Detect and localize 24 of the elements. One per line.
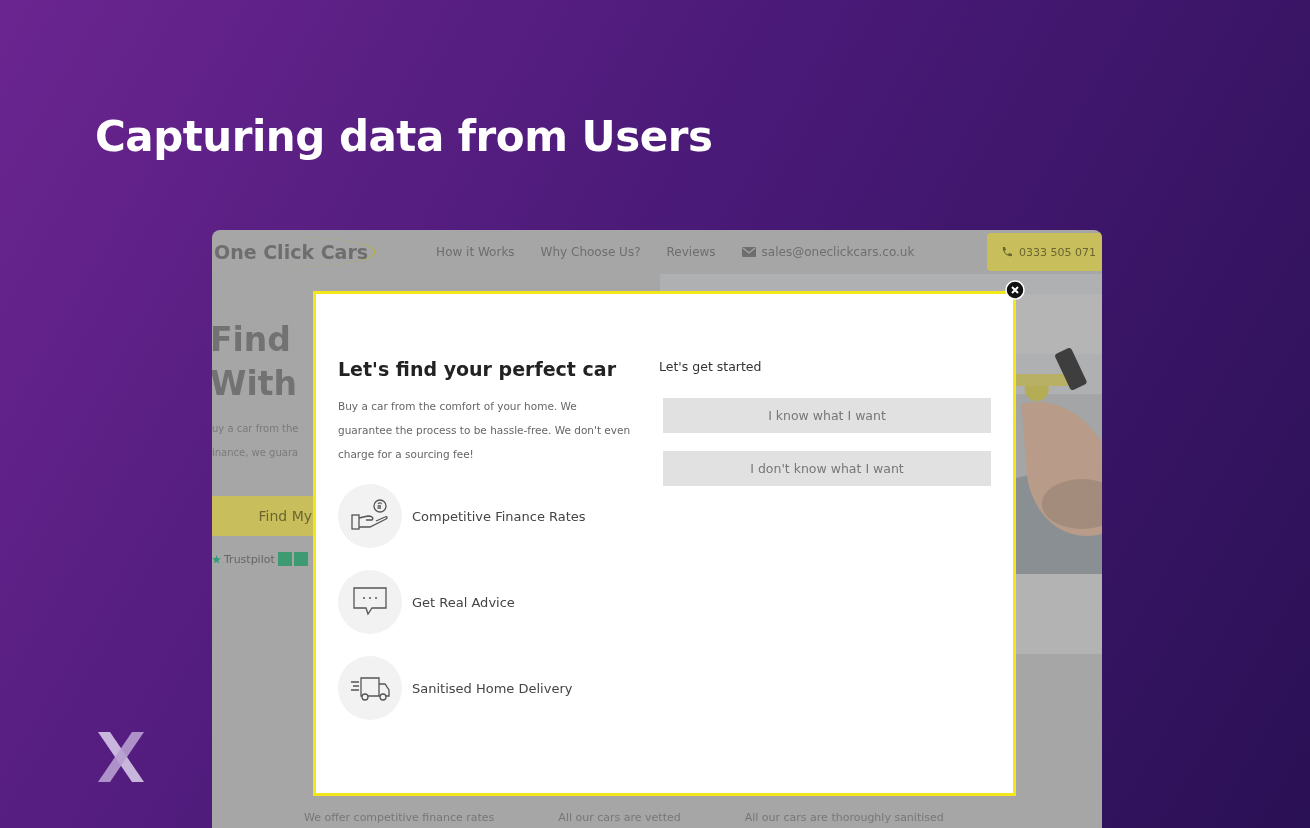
truck-icon <box>349 674 391 702</box>
close-icon[interactable] <box>1005 280 1027 302</box>
option-button[interactable]: I know what I want <box>663 398 991 433</box>
slide-title: Capturing data from Users <box>95 112 713 161</box>
option-button[interactable]: I don't know what I want <box>663 451 991 486</box>
benefit-label: Competitive Finance Rates <box>412 508 586 524</box>
chat-bubble-icon <box>352 586 388 618</box>
rating-icon <box>277 552 308 566</box>
nav-link[interactable]: How it Works <box>436 245 515 259</box>
benefit-label: Sanitised Home Delivery <box>412 680 573 696</box>
modal-text: Buy a car from the comfort of your home. We guarantee the process to be hassle-free. We don't even charge for a sourcing fee! <box>338 399 632 462</box>
trustpilot-label: Trustpilot <box>224 552 275 566</box>
phone-button[interactable]: 0333 505 071 <box>987 233 1102 271</box>
nav-link[interactable]: Reviews <box>666 245 716 259</box>
nav-link[interactable]: Why Choose Us? <box>540 245 641 259</box>
modal-title: Let's find your perfect car <box>338 358 617 380</box>
benefit-label: Get Real Advice <box>412 594 515 610</box>
prompt-label: Let's get started <box>659 359 763 374</box>
hand-coin-icon <box>350 499 390 533</box>
phone-icon <box>1001 246 1013 258</box>
mail-icon <box>741 247 756 257</box>
star-icon <box>212 554 221 564</box>
email-link[interactable]: sales@oneclickcars.co.uk <box>761 245 915 259</box>
logo[interactable]: One Click Cars <box>212 237 377 267</box>
